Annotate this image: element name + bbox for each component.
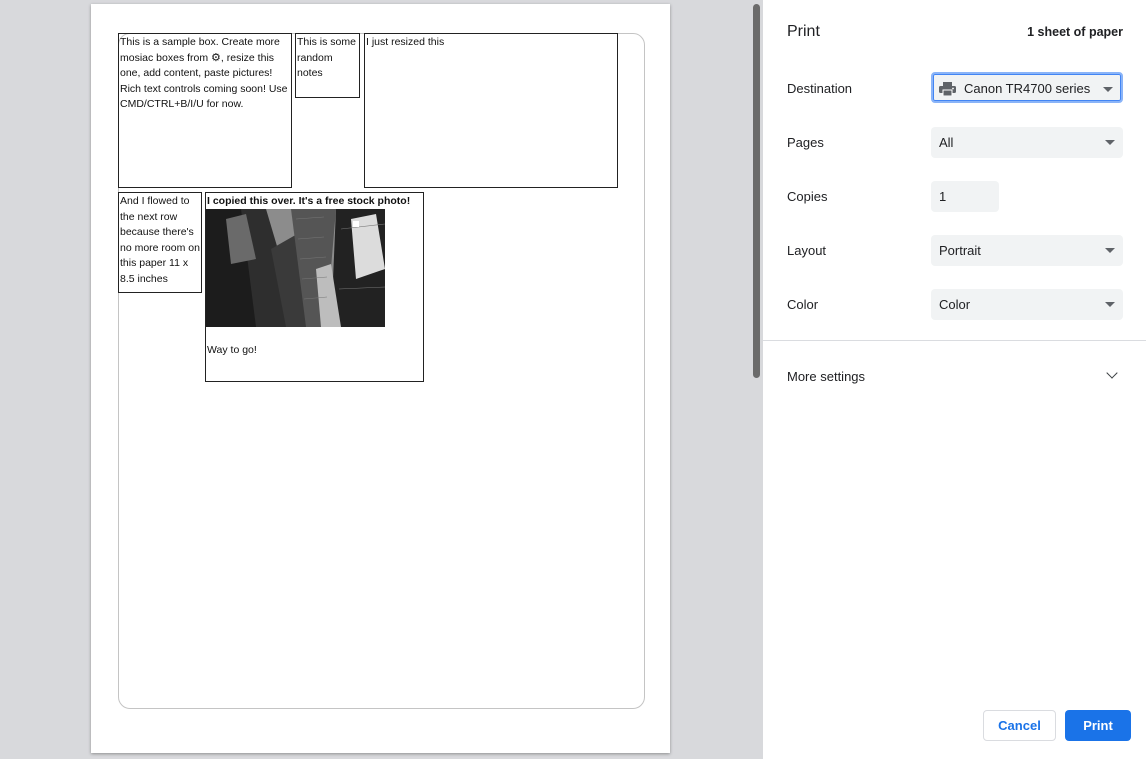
layout-select[interactable]: Portrait — [931, 235, 1123, 266]
more-settings-toggle[interactable]: More settings — [763, 356, 1146, 396]
stock-photo-image — [206, 209, 385, 327]
chevron-down-icon — [1105, 302, 1115, 307]
color-value: Color — [939, 297, 971, 312]
chevron-down-icon — [1103, 87, 1113, 92]
color-label: Color — [787, 297, 819, 312]
more-settings-label: More settings — [787, 369, 866, 384]
resized-box: I just resized this — [364, 33, 618, 188]
cancel-button[interactable]: Cancel — [983, 710, 1056, 741]
gear-icon: ⚙ — [211, 51, 221, 64]
printer-icon — [939, 82, 956, 96]
destination-select[interactable]: Canon TR4700 series — [931, 72, 1123, 103]
print-settings-panel: Print 1 sheet of paper Destination Canon… — [763, 0, 1146, 759]
section-divider — [763, 340, 1146, 341]
color-select[interactable]: Color — [931, 289, 1123, 320]
chevron-down-icon — [1105, 140, 1115, 145]
pages-select[interactable]: All — [931, 127, 1123, 158]
copies-input[interactable]: 1 — [931, 181, 999, 212]
sheet-count: 1 sheet of paper — [1027, 25, 1123, 39]
stock-photo-heading: I copied this over. It's a free stock ph… — [207, 195, 411, 207]
random-notes-box: This is some random notes — [295, 33, 360, 98]
copies-label: Copies — [787, 189, 828, 204]
panel-title: Print — [787, 23, 820, 40]
stock-photo-footer: Way to go! — [207, 344, 257, 356]
print-preview-area: This is a sample box. Create more mosiac… — [0, 0, 763, 759]
flowed-box: And I flowed to the next row because the… — [118, 192, 202, 293]
random-notes-text: This is some random notes — [297, 36, 356, 79]
destination-value: Canon TR4700 series — [964, 81, 1091, 96]
chevron-down-icon — [1105, 248, 1115, 253]
preview-scrollbar[interactable] — [753, 4, 760, 378]
sample-box: This is a sample box. Create more mosiac… — [118, 33, 292, 188]
pages-value: All — [939, 135, 954, 150]
preview-page: This is a sample box. Create more mosiac… — [91, 4, 670, 753]
destination-label: Destination — [787, 81, 853, 96]
flowed-box-text: And I flowed to the next row because the… — [120, 195, 200, 285]
print-button[interactable]: Print — [1065, 710, 1131, 741]
chevron-down-icon — [1106, 367, 1118, 379]
layout-label: Layout — [787, 243, 827, 258]
layout-value: Portrait — [939, 243, 981, 258]
stock-photo-box: I copied this over. It's a free stock ph… — [205, 192, 424, 382]
resized-box-text: I just resized this — [366, 36, 445, 48]
pages-label: Pages — [787, 135, 824, 150]
